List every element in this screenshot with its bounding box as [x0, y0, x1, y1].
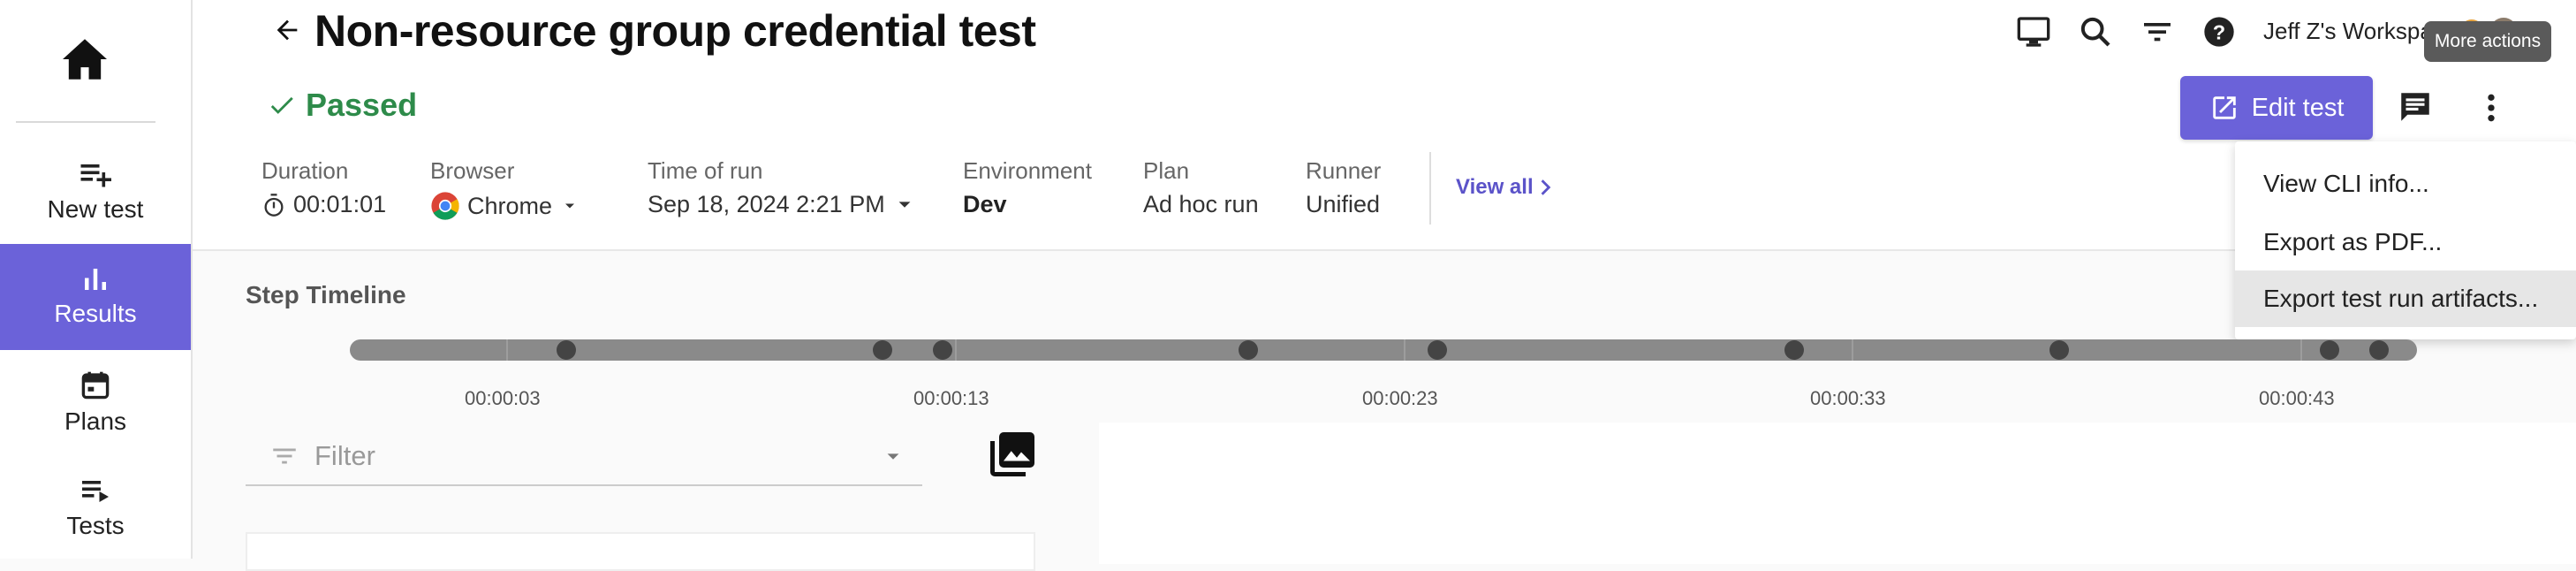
menu-item-export-artifacts[interactable]: Export test run artifacts...: [2235, 270, 2576, 327]
sidebar-item-label: New test: [47, 195, 144, 223]
workspace-name[interactable]: Jeff Z's Workspa: [2263, 18, 2433, 45]
calendar-icon: [81, 371, 110, 400]
timeline-step-marker[interactable]: [2320, 340, 2339, 360]
timeline-step-marker[interactable]: [933, 340, 952, 360]
sidebar-item-plans[interactable]: Plans: [0, 350, 191, 456]
meta-divider: [1429, 152, 1431, 225]
plan-value: Ad hoc run: [1143, 191, 1259, 217]
browser-select[interactable]: Chrome: [430, 191, 580, 221]
runner-label: Runner: [1306, 157, 1382, 184]
timeline-step-marker[interactable]: [2369, 340, 2389, 360]
monitor-icon[interactable]: [2016, 14, 2051, 49]
timeline-tick: [506, 339, 508, 361]
step-detail-panel: [1099, 423, 2576, 564]
filter-list-icon: [273, 448, 296, 464]
timeline-step-marker[interactable]: [1428, 340, 1447, 360]
timeline-step-marker[interactable]: [1784, 340, 1804, 360]
timeline-track[interactable]: [350, 339, 2417, 361]
filter-icon[interactable]: [2140, 14, 2175, 49]
caret-down-icon: [898, 201, 911, 208]
chevron-right-icon: [1541, 179, 1550, 195]
more-actions-menu: View CLI info... Export as PDF... Export…: [2235, 141, 2576, 339]
sidebar-item-label: Tests: [66, 512, 125, 539]
step-list-panel: [246, 532, 1035, 571]
filter-placeholder: Filter: [314, 440, 375, 471]
sidebar-item-results[interactable]: Results: [0, 244, 191, 350]
edit-test-label: Edit test: [2251, 93, 2345, 122]
sidebar-item-new-test[interactable]: New test: [0, 140, 191, 246]
time-of-run-label: Time of run: [648, 157, 763, 184]
playlist-add-icon: [80, 164, 111, 187]
comment-icon[interactable]: [2396, 88, 2435, 126]
sidebar-divider: [16, 121, 155, 123]
time-of-run-value: Sep 18, 2024 2:21 PM: [648, 191, 885, 217]
help-icon[interactable]: ?: [2201, 14, 2237, 49]
svg-text:?: ?: [2213, 20, 2225, 43]
view-all-label: View all: [1456, 175, 1534, 199]
timeline-tick-label: 00:00:43: [2259, 387, 2335, 409]
step-filter-field[interactable]: Filter: [246, 428, 922, 486]
timeline-step-marker[interactable]: [557, 340, 576, 360]
timeline-step-marker[interactable]: [2049, 340, 2069, 360]
status-text: Passed: [306, 87, 418, 123]
open-in-new-icon: [2212, 96, 2236, 119]
timeline-step-marker[interactable]: [1239, 340, 1258, 360]
arrow-back-icon[interactable]: [272, 14, 302, 46]
more-vert-icon[interactable]: [2474, 88, 2509, 127]
caret-down-icon: [565, 203, 575, 209]
timer-icon: [264, 193, 284, 217]
duration-label: Duration: [261, 157, 349, 184]
browser-value: Chrome: [467, 192, 553, 219]
view-all-link[interactable]: View all: [1456, 175, 1553, 200]
environment-label: Environment: [963, 157, 1092, 184]
environment-value: Dev: [963, 191, 1007, 217]
timeline-tick: [2300, 339, 2302, 361]
duration-value: 00:01:01: [261, 191, 386, 218]
menu-item-view-cli-info[interactable]: View CLI info...: [2235, 156, 2576, 212]
bar-chart-icon: [85, 269, 106, 290]
plan-label: Plan: [1143, 157, 1190, 184]
sidebar-item-label: Results: [54, 300, 137, 327]
playlist-icon: [82, 481, 109, 502]
home-link[interactable]: [0, 0, 191, 122]
timeline-tick-label: 00:00:13: [913, 387, 989, 409]
search-icon[interactable]: [2078, 14, 2113, 49]
timeline-tick-label: 00:00:33: [1810, 387, 1886, 409]
sidebar: New test Results Plans Tests: [0, 0, 193, 559]
browser-label: Browser: [430, 157, 515, 184]
runner-value: Unified: [1306, 191, 1381, 217]
page-title: Non-resource group credential test: [314, 6, 1036, 56]
timeline-tick-label: 00:00:23: [1362, 387, 1438, 409]
sidebar-item-tests[interactable]: Tests: [0, 456, 191, 562]
timeline-tick: [955, 339, 957, 361]
menu-item-export-pdf[interactable]: Export as PDF...: [2235, 214, 2576, 270]
photo-library-icon[interactable]: [986, 428, 1039, 481]
chrome-icon: [431, 192, 459, 220]
status-badge: Passed: [265, 87, 417, 124]
home-icon: [63, 39, 107, 80]
edit-test-button[interactable]: Edit test: [2180, 76, 2373, 140]
step-timeline-title: Step Timeline: [246, 281, 406, 308]
duration-text: 00:01:01: [293, 191, 387, 217]
timeline-tick-label: 00:00:03: [465, 387, 541, 409]
sidebar-item-label: Plans: [64, 407, 127, 435]
caret-down-icon: [887, 453, 899, 460]
time-of-run-select[interactable]: Sep 18, 2024 2:21 PM: [648, 191, 917, 218]
check-icon: [270, 96, 293, 114]
timeline-tick: [1404, 339, 1405, 361]
timeline-step-marker[interactable]: [873, 340, 892, 360]
tooltip: More actions: [2424, 21, 2551, 62]
timeline-tick: [1852, 339, 1853, 361]
